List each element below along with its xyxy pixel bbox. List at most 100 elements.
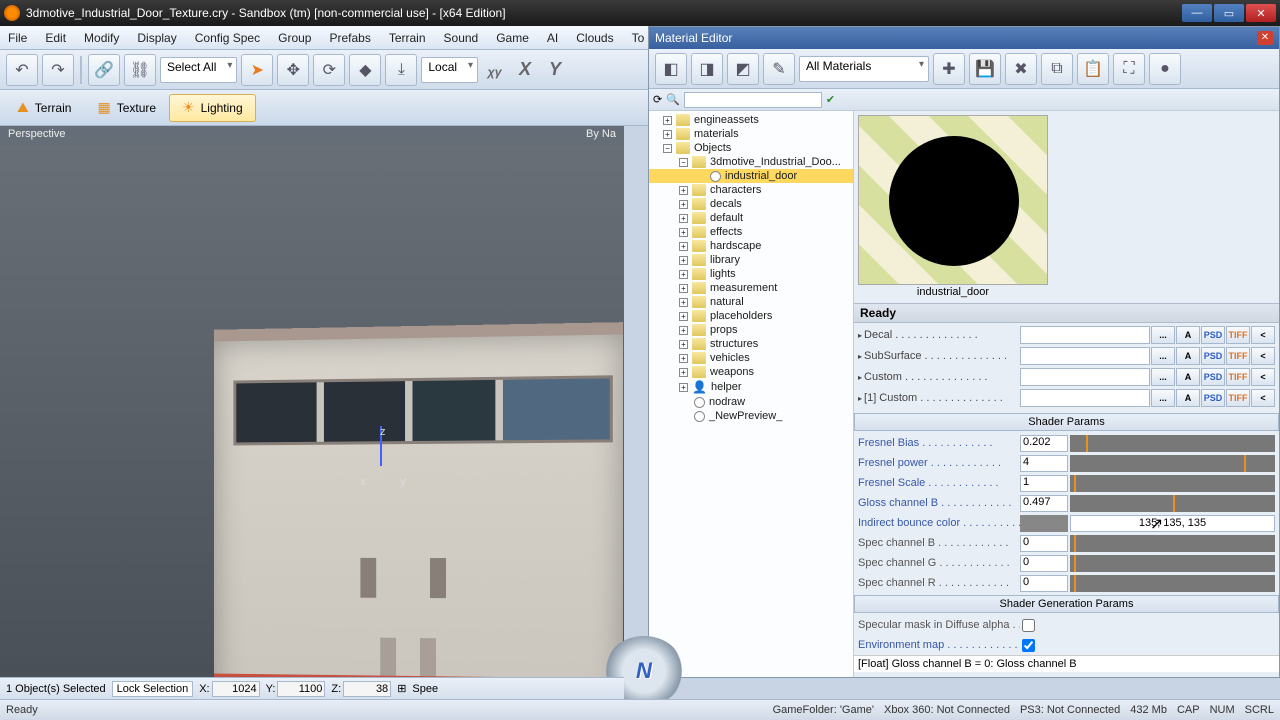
menu-file[interactable]: File bbox=[8, 31, 27, 45]
alpha-button[interactable]: A bbox=[1176, 326, 1200, 344]
pos-x-input[interactable] bbox=[212, 681, 260, 697]
select-mode-dropdown[interactable]: Select All bbox=[160, 57, 237, 83]
browse-button[interactable]: ... bbox=[1151, 326, 1175, 344]
tree-node[interactable]: +materials bbox=[649, 127, 853, 141]
snap-tool[interactable]: ⤓ bbox=[385, 54, 417, 86]
paste-material-button[interactable]: 📋 bbox=[1077, 53, 1109, 85]
tab-texture[interactable]: ▦Texture bbox=[84, 94, 169, 122]
rotate-tool[interactable]: ⟳ bbox=[313, 54, 345, 86]
tree-node[interactable]: +natural bbox=[649, 295, 853, 309]
close-button[interactable]: ✕ bbox=[1246, 4, 1276, 22]
alpha-button[interactable]: A bbox=[1176, 389, 1200, 407]
copy-material-button[interactable]: ⧉ bbox=[1041, 53, 1073, 85]
select-tool[interactable]: ➤ bbox=[241, 54, 273, 86]
color-swatch[interactable] bbox=[1020, 515, 1068, 532]
tex-slot-field[interactable] bbox=[1020, 347, 1150, 365]
save-material-button[interactable]: 💾 bbox=[969, 53, 1001, 85]
link-button[interactable]: 🔗 bbox=[88, 54, 120, 86]
tree-node[interactable]: +default bbox=[649, 211, 853, 225]
menu-group[interactable]: Group bbox=[278, 31, 311, 45]
unlink-button[interactable]: ⛓ bbox=[124, 54, 156, 86]
coord-space-dropdown[interactable]: Local bbox=[421, 57, 478, 83]
tree-node[interactable]: +placeholders bbox=[649, 309, 853, 323]
tex-slot-field[interactable] bbox=[1020, 389, 1150, 407]
tree-node[interactable]: +vehicles bbox=[649, 351, 853, 365]
tree-node[interactable]: +measurement bbox=[649, 281, 853, 295]
tree-node[interactable]: +props bbox=[649, 323, 853, 337]
tab-terrain[interactable]: ⛰Terrain bbox=[4, 94, 84, 122]
viewport[interactable]: z x y bbox=[0, 126, 624, 678]
tree-node[interactable]: +weapons bbox=[649, 365, 853, 379]
move-tool[interactable]: ✥ bbox=[277, 54, 309, 86]
material-editor-titlebar[interactable]: Material Editor ✕ bbox=[649, 27, 1279, 49]
browse-button[interactable]: ... bbox=[1151, 347, 1175, 365]
tree-node[interactable]: +hardscape bbox=[649, 239, 853, 253]
param-value[interactable]: 0 bbox=[1020, 555, 1068, 572]
param-slider[interactable] bbox=[1070, 475, 1275, 492]
tree-node[interactable]: +structures bbox=[649, 337, 853, 351]
delete-material-button[interactable]: ✖ bbox=[1005, 53, 1037, 85]
param-value[interactable]: 0 bbox=[1020, 535, 1068, 552]
tree-node[interactable]: industrial_door bbox=[649, 169, 853, 183]
tiff-button[interactable]: TIFF bbox=[1226, 368, 1250, 386]
preview-size-button[interactable]: ⛶ bbox=[1113, 53, 1145, 85]
tab-lighting[interactable]: ☀Lighting bbox=[169, 94, 256, 122]
tiff-button[interactable]: TIFF bbox=[1226, 347, 1250, 365]
tree-node[interactable]: +lights bbox=[649, 267, 853, 281]
psd-button[interactable]: PSD bbox=[1201, 389, 1225, 407]
tiff-button[interactable]: TIFF bbox=[1226, 389, 1250, 407]
browse-button[interactable]: ... bbox=[1151, 368, 1175, 386]
menu-ai[interactable]: AI bbox=[547, 31, 558, 45]
tree-node[interactable]: +👤helper bbox=[649, 379, 853, 395]
param-slider[interactable] bbox=[1070, 535, 1275, 552]
preview-shape-button[interactable]: ● bbox=[1149, 53, 1181, 85]
psd-button[interactable]: PSD bbox=[1201, 326, 1225, 344]
assign-material-button[interactable]: ◧ bbox=[655, 53, 687, 85]
get-material-button[interactable]: ◩ bbox=[727, 53, 759, 85]
search-go-icon[interactable]: ✔ bbox=[826, 93, 835, 106]
color-value[interactable]: 135, 135, 135 bbox=[1070, 515, 1275, 532]
param-slider[interactable] bbox=[1070, 555, 1275, 572]
material-search-input[interactable] bbox=[684, 92, 822, 108]
param-slider[interactable] bbox=[1070, 455, 1275, 472]
material-preview[interactable] bbox=[858, 115, 1048, 285]
alpha-button[interactable]: A bbox=[1176, 347, 1200, 365]
param-slider[interactable] bbox=[1070, 495, 1275, 512]
axis-y[interactable]: Y bbox=[542, 57, 568, 83]
tex-slot-field[interactable] bbox=[1020, 368, 1150, 386]
menu-modify[interactable]: Modify bbox=[84, 31, 119, 45]
menu-game[interactable]: Game bbox=[496, 31, 529, 45]
menu-prefabs[interactable]: Prefabs bbox=[329, 31, 370, 45]
tree-node[interactable]: +decals bbox=[649, 197, 853, 211]
tree-node[interactable]: +characters bbox=[649, 183, 853, 197]
menu-configspec[interactable]: Config Spec bbox=[195, 31, 260, 45]
redo-button[interactable]: ↷ bbox=[42, 54, 74, 86]
collapse-button[interactable]: < bbox=[1251, 389, 1275, 407]
refresh-icon[interactable]: ⟳ bbox=[653, 93, 662, 106]
axis-x[interactable]: X bbox=[512, 57, 538, 83]
viewport-name[interactable]: Perspective bbox=[8, 128, 65, 144]
psd-button[interactable]: PSD bbox=[1201, 347, 1225, 365]
param-slider[interactable] bbox=[1070, 435, 1275, 452]
material-filter-dropdown[interactable]: All Materials bbox=[799, 56, 929, 82]
param-slider[interactable] bbox=[1070, 575, 1275, 592]
maximize-button[interactable]: ▭ bbox=[1214, 4, 1244, 22]
new-material-button[interactable]: ✚ bbox=[933, 53, 965, 85]
pos-z-input[interactable] bbox=[343, 681, 391, 697]
alpha-button[interactable]: A bbox=[1176, 368, 1200, 386]
axis-xy[interactable]: ᵪᵧ bbox=[482, 57, 508, 83]
menu-clouds[interactable]: Clouds bbox=[576, 31, 613, 45]
param-value[interactable]: 0 bbox=[1020, 575, 1068, 592]
tree-node[interactable]: −Objects bbox=[649, 141, 853, 155]
reset-material-button[interactable]: ◨ bbox=[691, 53, 723, 85]
tiff-button[interactable]: TIFF bbox=[1226, 326, 1250, 344]
tex-slot-field[interactable] bbox=[1020, 326, 1150, 344]
tree-node[interactable]: nodraw bbox=[649, 395, 853, 409]
menu-sound[interactable]: Sound bbox=[444, 31, 479, 45]
tree-node[interactable]: +library bbox=[649, 253, 853, 267]
scale-tool[interactable]: ◆ bbox=[349, 54, 381, 86]
param-value[interactable]: 0.497 bbox=[1020, 495, 1068, 512]
param-value[interactable]: 1 bbox=[1020, 475, 1068, 492]
pos-y-input[interactable] bbox=[277, 681, 325, 697]
gen-param-checkbox[interactable] bbox=[1022, 639, 1035, 652]
